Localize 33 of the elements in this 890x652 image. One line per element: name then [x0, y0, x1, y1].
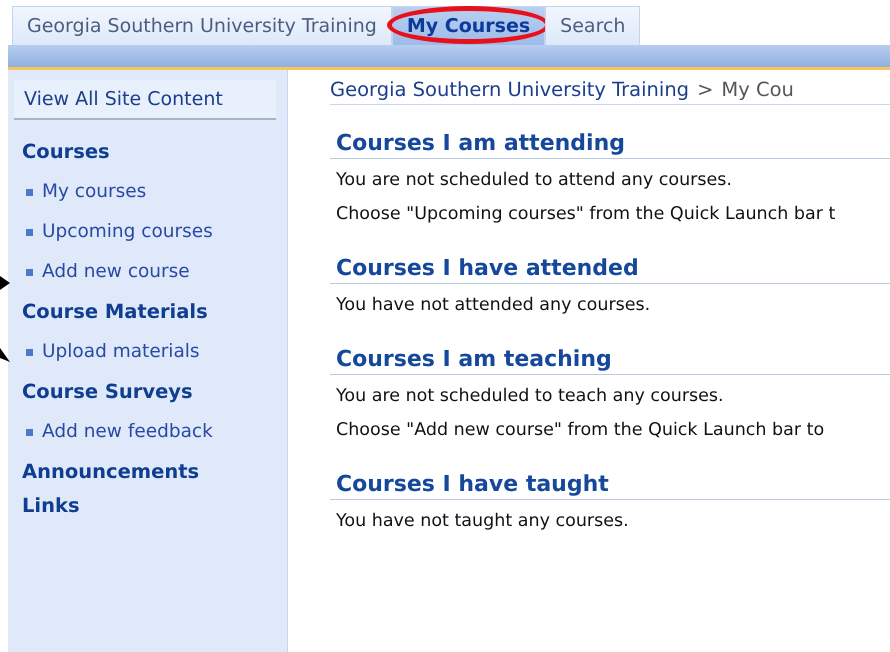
view-all-link[interactable]: View All Site Content: [14, 80, 276, 120]
bullet-icon: [26, 188, 33, 196]
section-title: Courses I am attending: [330, 131, 890, 159]
sidebar-item[interactable]: Add new feedback: [26, 420, 287, 444]
sidebar-heading[interactable]: Course Surveys: [22, 380, 287, 404]
message-text: You have not attended any courses.: [335, 294, 652, 317]
sidebar-item[interactable]: My courses: [26, 180, 287, 204]
sidebar-item[interactable]: Upcoming courses: [26, 220, 287, 244]
section-title: Courses I have taught: [330, 472, 890, 500]
breadcrumb-link[interactable]: Georgia Southern University Training: [330, 78, 690, 101]
message-text: Choose "Upcoming courses" from the Quick Launch bar t: [335, 203, 836, 226]
sidebar-heading[interactable]: Courses: [22, 140, 287, 164]
nav-tab[interactable]: Search: [545, 6, 640, 45]
message-text: You are not scheduled to teach any courses.: [335, 385, 725, 408]
sidebar-heading[interactable]: Links: [22, 494, 287, 518]
message-text: You have not taught any courses.: [335, 510, 630, 533]
arrow-icon: [0, 348, 10, 362]
section-title: Courses I am teaching: [330, 347, 890, 375]
bullet-icon: [26, 428, 33, 436]
sidebar-heading[interactable]: Announcements: [22, 460, 287, 484]
sidebar-item[interactable]: Upload materials: [26, 340, 287, 364]
bullet-icon: [26, 228, 33, 236]
bullet-icon: [26, 348, 33, 356]
bullet-icon: [26, 268, 33, 276]
breadcrumb-current: My Cou: [721, 78, 794, 101]
message-text: Choose "Add new course" from the Quick Launch bar to: [335, 419, 826, 442]
arrow-icon: [0, 276, 10, 290]
message-text: You are not scheduled to attend any courses.: [335, 169, 733, 192]
breadcrumb-separator: >: [697, 78, 714, 101]
nav-tab[interactable]: Georgia Southern University Training: [12, 6, 392, 45]
section-title: Courses I have attended: [330, 256, 890, 284]
sidebar-heading[interactable]: Course Materials: [22, 300, 287, 324]
sidebar-item[interactable]: Add new course: [26, 260, 287, 284]
